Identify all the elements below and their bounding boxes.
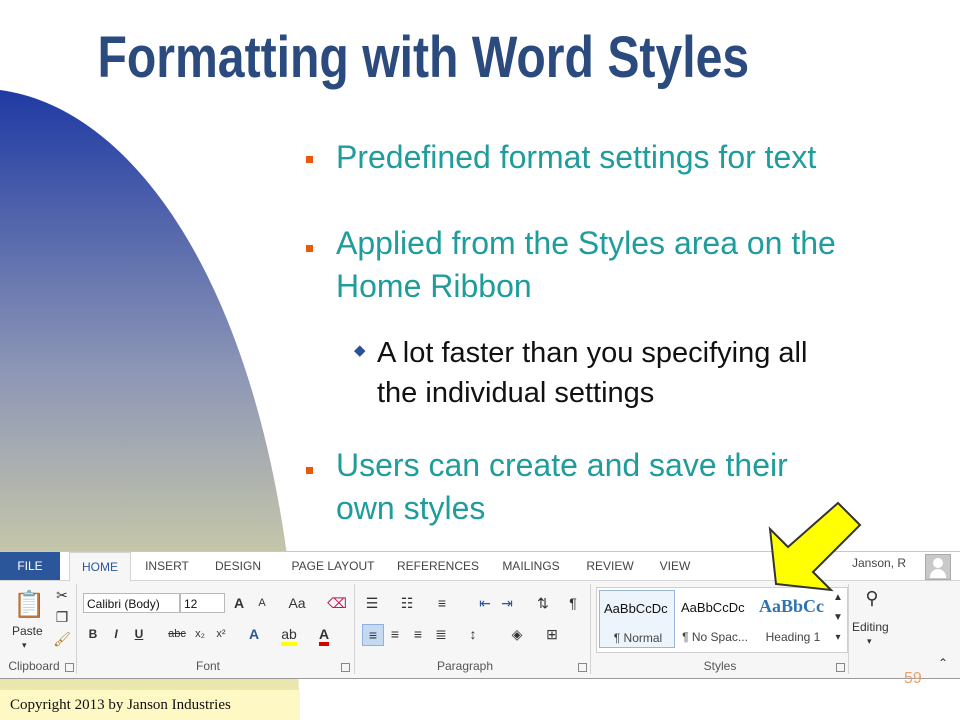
style-sample: AaBbCc bbox=[759, 596, 825, 616]
tab-view[interactable]: VIEW bbox=[649, 552, 701, 580]
style-name: ¶ No Spac... bbox=[682, 630, 748, 644]
tab-page-layout[interactable]: PAGE LAYOUT bbox=[283, 552, 383, 580]
style-name: Heading 1 bbox=[765, 630, 821, 644]
editing-button[interactable]: Editing bbox=[852, 620, 889, 634]
shrink-font-button[interactable]: A bbox=[252, 593, 272, 613]
tab-mailings[interactable]: MAILINGS bbox=[492, 552, 570, 580]
format-painter-icon[interactable]: 🖌 bbox=[52, 629, 72, 649]
bullet-3-line-2: own styles bbox=[336, 490, 486, 526]
group-clipboard-label: Clipboard bbox=[8, 659, 60, 673]
cut-icon[interactable]: ✂ bbox=[52, 585, 72, 605]
user-avatar-icon[interactable] bbox=[925, 554, 951, 580]
collapse-ribbon-icon[interactable]: ⌃ bbox=[938, 656, 948, 670]
underline-button[interactable]: U bbox=[129, 624, 149, 644]
numbering-icon[interactable]: ☷ bbox=[397, 593, 417, 613]
gallery-scroll-down-icon[interactable]: ▼ bbox=[830, 608, 846, 628]
style-name: ¶ Normal bbox=[613, 631, 663, 645]
style-no-spacing[interactable]: AaBbCcDc ¶ No Spac... bbox=[677, 590, 753, 648]
group-paragraph-label: Paragraph bbox=[436, 659, 494, 673]
bullet-marker bbox=[306, 156, 313, 163]
paste-dropdown-icon[interactable]: ▾ bbox=[22, 640, 27, 651]
gallery-scroll-up-icon[interactable]: ▲ bbox=[830, 588, 846, 608]
bullet-1-line-1: Predefined format settings for text bbox=[336, 139, 817, 175]
text-effects-icon[interactable]: A bbox=[244, 624, 264, 644]
tab-design[interactable]: DESIGN bbox=[208, 552, 268, 580]
slide-number: 59 bbox=[904, 670, 922, 687]
grow-font-button[interactable]: A bbox=[229, 593, 249, 613]
line-spacing-icon[interactable]: ↕ bbox=[463, 624, 483, 644]
borders-icon[interactable]: ⊞ bbox=[542, 624, 562, 644]
sort-icon[interactable]: ⇅ bbox=[533, 593, 553, 613]
subscript-button[interactable]: x₂ bbox=[190, 624, 210, 644]
slide-title: Formatting with Word Styles bbox=[97, 25, 750, 90]
style-sample: AaBbCcDc bbox=[604, 601, 668, 616]
increase-indent-icon[interactable]: ⇥ bbox=[497, 593, 517, 613]
show-hide-pilcrow-icon[interactable]: ¶ bbox=[563, 593, 583, 613]
clear-formatting-icon[interactable]: ⌫ bbox=[327, 593, 347, 613]
shading-icon[interactable]: ◈ bbox=[507, 624, 527, 644]
italic-button[interactable]: I bbox=[106, 624, 126, 644]
font-size-field[interactable]: 12 bbox=[180, 593, 225, 613]
style-sample: AaBbCcDc bbox=[681, 600, 745, 615]
tab-file[interactable]: FILE bbox=[0, 552, 60, 580]
highlight-icon[interactable]: ab bbox=[279, 624, 299, 646]
font-name-field[interactable]: Calibri (Body) bbox=[83, 593, 180, 613]
paste-icon[interactable]: 📋 bbox=[13, 588, 45, 620]
group-separator bbox=[848, 584, 849, 674]
bullet-3: Users can create and save their own styl… bbox=[336, 444, 788, 530]
editing-dropdown-icon[interactable]: ▾ bbox=[867, 636, 872, 647]
sub-bullet-line-2: the individual settings bbox=[377, 377, 655, 409]
ribbon-tab-bar: FILE HOME INSERT DESIGN PAGE LAYOUT REFE… bbox=[0, 552, 960, 582]
diamond-bullet-icon: ◆ bbox=[354, 342, 366, 359]
strikethrough-button[interactable]: abc bbox=[164, 624, 190, 644]
bullet-2: Applied from the Styles area on the Home… bbox=[336, 222, 836, 308]
bullet-marker bbox=[306, 467, 313, 474]
tab-insert[interactable]: INSERT bbox=[137, 552, 197, 580]
superscript-button[interactable]: x² bbox=[211, 624, 231, 644]
bold-button[interactable]: B bbox=[83, 624, 103, 644]
sub-bullet-line-1: A lot faster than you specifying all bbox=[377, 337, 808, 369]
style-normal[interactable]: AaBbCcDc ¶ Normal bbox=[599, 590, 675, 648]
copy-icon[interactable]: ❐ bbox=[52, 607, 72, 627]
tab-review[interactable]: REVIEW bbox=[579, 552, 641, 580]
group-font-label: Font bbox=[195, 659, 220, 673]
font-color-icon[interactable]: A bbox=[314, 624, 334, 646]
group-separator bbox=[354, 584, 355, 674]
styles-gallery: AaBbCcDc ¶ Normal AaBbCcDc ¶ No Spac... … bbox=[596, 587, 848, 653]
multilevel-list-icon[interactable]: ≡ bbox=[432, 593, 452, 613]
tab-home[interactable]: HOME bbox=[69, 552, 131, 582]
group-separator bbox=[76, 584, 77, 674]
group-styles-label: Styles bbox=[703, 659, 737, 673]
font-launcher-icon[interactable] bbox=[341, 663, 350, 672]
paragraph-launcher-icon[interactable] bbox=[578, 663, 587, 672]
bullet-2-line-1: Applied from the Styles area on the bbox=[336, 225, 836, 261]
group-separator bbox=[590, 584, 591, 674]
style-heading-1[interactable]: AaBbCc Heading 1 bbox=[755, 590, 831, 648]
align-right-icon[interactable]: ≡ bbox=[408, 624, 428, 644]
user-name[interactable]: Janson, R bbox=[852, 556, 906, 570]
gallery-more-icon[interactable]: ▾ bbox=[830, 628, 846, 648]
align-left-icon[interactable]: ≡ bbox=[362, 624, 384, 646]
clipboard-launcher-icon[interactable] bbox=[65, 663, 74, 672]
styles-launcher-icon[interactable] bbox=[836, 663, 845, 672]
bullet-3-line-1: Users can create and save their bbox=[336, 447, 788, 483]
bullet-marker bbox=[306, 245, 313, 252]
slide: Formatting with Word Styles Predefined f… bbox=[0, 0, 960, 720]
copyright-footer: Copyright 2013 by Janson Industries bbox=[0, 690, 300, 720]
center-icon[interactable]: ≡ bbox=[385, 624, 405, 644]
change-case-button[interactable]: Aa bbox=[283, 593, 311, 613]
decrease-indent-icon[interactable]: ⇤ bbox=[475, 593, 495, 613]
bullet-1: Predefined format settings for text bbox=[336, 136, 816, 179]
binoculars-icon[interactable]: ⚲ bbox=[860, 588, 884, 612]
bullets-icon[interactable]: ☰ bbox=[362, 593, 382, 613]
paste-button[interactable]: Paste bbox=[12, 624, 43, 638]
word-ribbon: FILE HOME INSERT DESIGN PAGE LAYOUT REFE… bbox=[0, 551, 960, 679]
sub-bullet: A lot faster than you specifying all the… bbox=[377, 333, 807, 413]
tab-references[interactable]: REFERENCES bbox=[393, 552, 483, 580]
bullet-2-line-2: Home Ribbon bbox=[336, 268, 532, 304]
justify-icon[interactable]: ≣ bbox=[431, 624, 451, 644]
